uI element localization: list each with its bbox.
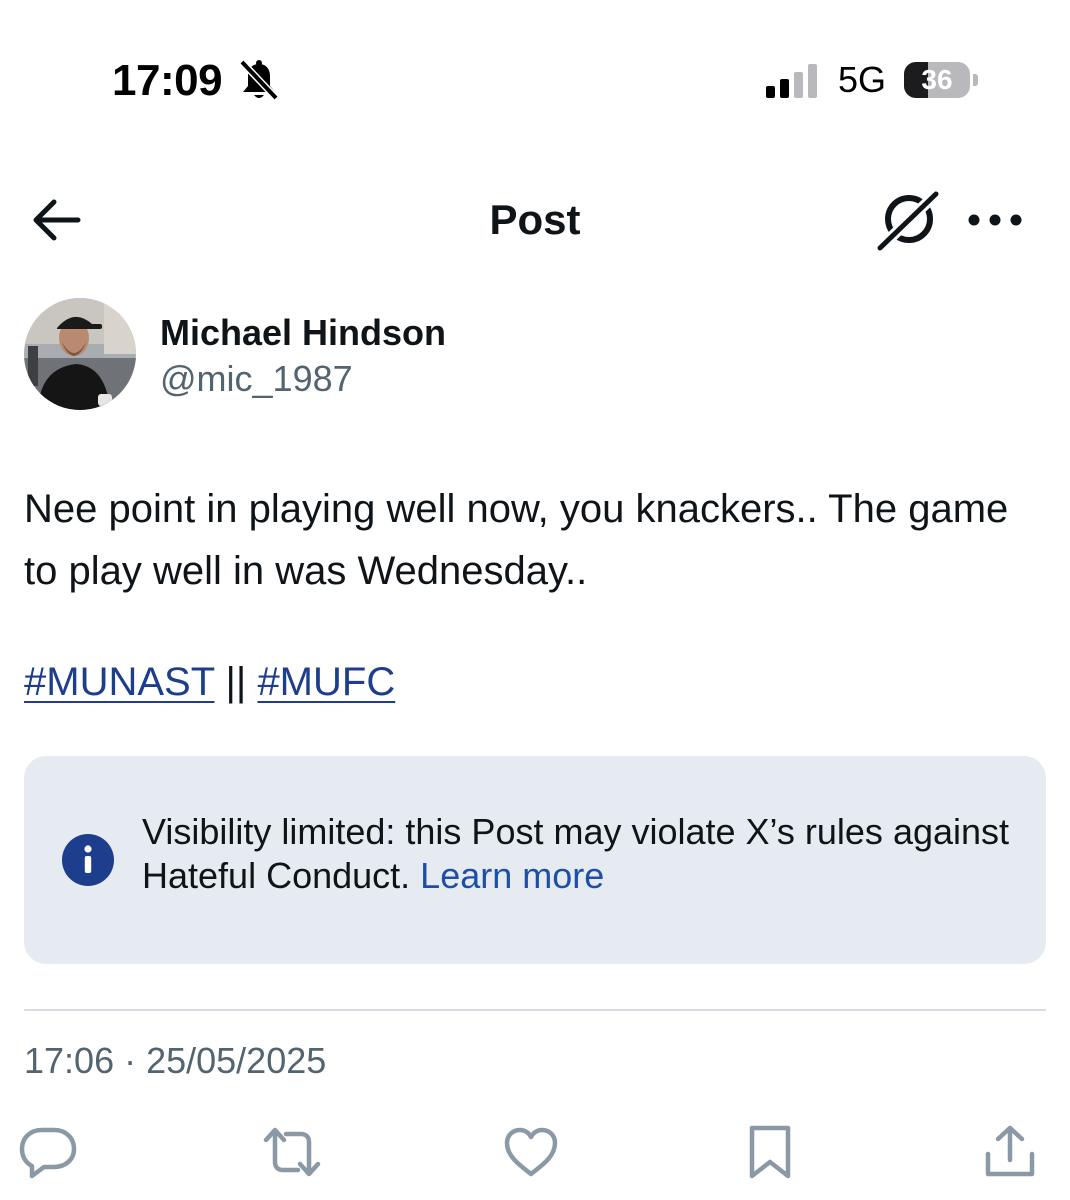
share-icon[interactable]	[980, 1124, 1040, 1180]
post-text: Nee point in playing well now, you knack…	[24, 487, 1009, 593]
divider	[24, 1009, 1046, 1011]
author-handle[interactable]: @mic_1987	[160, 358, 353, 400]
repost-icon[interactable]	[262, 1124, 322, 1180]
grok-icon[interactable]	[874, 190, 940, 252]
author-name[interactable]: Michael Hindson	[160, 312, 446, 354]
more-options-icon[interactable]	[966, 208, 1024, 232]
battery-level: 36	[921, 64, 953, 95]
status-time: 17:09	[112, 56, 223, 105]
reply-icon[interactable]	[18, 1124, 78, 1180]
avatar[interactable]	[24, 298, 136, 410]
post-timestamp: 17:06 · 25/05/2025	[24, 1040, 327, 1081]
hashtag-mufc[interactable]: #MUFC	[257, 660, 395, 704]
hashtag-line: #MUNAST || #MUFC	[24, 660, 395, 705]
hashtag-separator: ||	[214, 660, 258, 704]
learn-more-link[interactable]: Learn more	[420, 855, 604, 896]
avatar-photo	[24, 298, 136, 410]
signal-icon	[766, 64, 817, 98]
bookmark-icon[interactable]	[740, 1124, 800, 1180]
network-type: 5G	[838, 59, 887, 100]
bell-muted-icon	[239, 59, 279, 101]
battery-indicator: 36	[904, 62, 980, 100]
notice-text: Visibility limited: this Post may violat…	[142, 810, 1022, 898]
like-icon[interactable]	[501, 1124, 561, 1180]
hashtag-munast[interactable]: #MUNAST	[24, 660, 214, 704]
info-icon	[62, 834, 114, 886]
